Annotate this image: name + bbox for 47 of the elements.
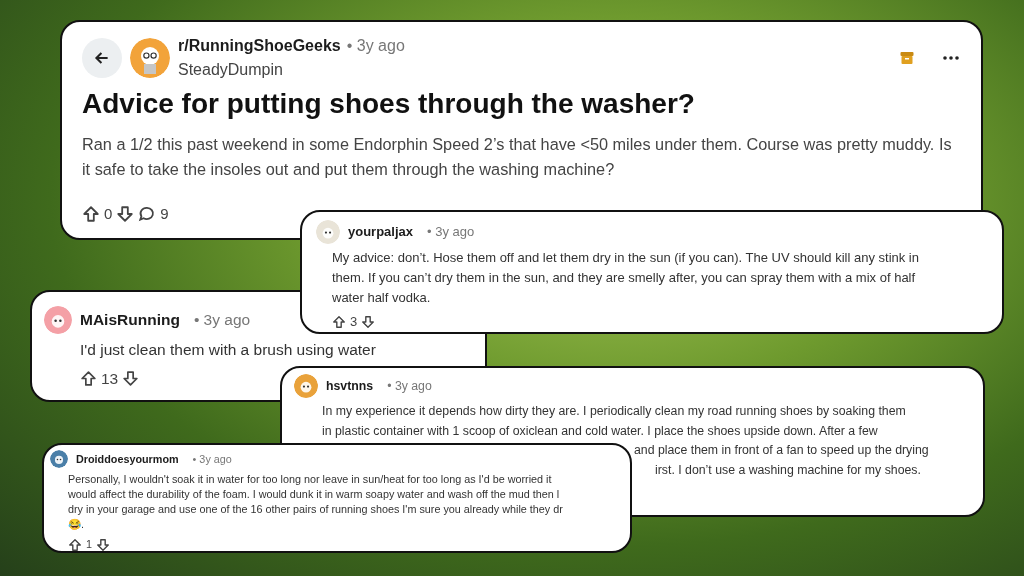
username[interactable]: hsvtnns <box>326 376 374 396</box>
post-time: • 3y ago <box>346 36 405 56</box>
box-icon[interactable] <box>899 50 915 66</box>
comment-text-line: water half vodka. <box>332 289 432 308</box>
upvote-icon[interactable] <box>68 537 82 551</box>
comment-time: • 3y ago <box>192 451 232 467</box>
downvote-icon[interactable] <box>361 315 376 330</box>
comment-text-line: In my experience it depends how dirty they are. I periodically clean my road running shoes by soaking them <box>322 403 907 420</box>
back-button[interactable] <box>82 38 122 78</box>
post-body: Ran a 1/2 this past weekend in some Endorphin Speed 2’s that have <50 miles under them. Course was pretty muddy. Is it safe to take the insoles out and put them through the washing machine? <box>82 134 953 180</box>
avatar-icon <box>50 450 68 468</box>
username[interactable]: yourpaljax <box>348 222 414 242</box>
downvote-icon[interactable] <box>96 537 110 551</box>
avatar-icon <box>316 220 340 244</box>
username[interactable]: Droiddoesyourmom <box>76 450 179 468</box>
comment-time: • 3y ago <box>427 223 475 242</box>
downvote-icon[interactable] <box>122 369 140 387</box>
downvote-icon[interactable] <box>116 205 135 224</box>
post-title: Advice for putting shoes through the washer? <box>82 88 696 121</box>
comment-time: • 3y ago <box>193 310 251 331</box>
comment-text-line: 😂. <box>68 517 85 533</box>
avatar-icon <box>294 374 318 398</box>
comment-text-line: in plastic container with 1 scoop of oxiclean and cold water. I place the shoes upside down. After a few <box>322 422 879 440</box>
comment-text-line: and place them in front of a fan to speed up the drying <box>634 442 930 460</box>
back-arrow-icon[interactable] <box>93 49 111 67</box>
upvote-icon[interactable] <box>80 369 97 387</box>
comment-time: • 3y ago <box>387 377 432 395</box>
avatar-icon <box>130 38 170 78</box>
vote-count: 0 <box>104 204 113 225</box>
vote-count: 3 <box>350 313 358 332</box>
comment-icon[interactable] <box>138 205 157 224</box>
comment-text-line: them. If you can’t dry them in the sun, and they are smelly after, you can spray them with a mix of half <box>332 269 917 288</box>
avatar-icon <box>44 306 72 334</box>
vote-count: 13 <box>101 368 119 389</box>
comment-text-line: Personally, I wouldn't soak it in water for too long nor leave in sun/heat for too long as I'd be worried it <box>68 472 553 487</box>
comment-text-line: irst. I don’t use a washing machine for my shoes. <box>655 462 922 479</box>
subreddit-name[interactable]: r/RunningShoeGeeks <box>178 34 341 58</box>
upvote-icon[interactable] <box>82 205 100 224</box>
comment-text-line: would affect the durability of the foam. I would dunk it in warm soapy water and wash off the mud then l <box>68 487 561 503</box>
upvote-icon[interactable] <box>332 315 346 330</box>
username[interactable]: MAisRunning <box>80 308 180 332</box>
author-name[interactable]: SteadyDumpin <box>178 58 891 82</box>
comment-text-line: dry in your garage and use one of the 16 other pairs of running shoes I'm sure you already while they dr <box>68 502 564 518</box>
comment-text-line: My advice: don’t. Hose them off and let them dry in the sun (if you can). The UV should kill any stink in <box>332 249 920 267</box>
vote-count: 1 <box>86 537 92 551</box>
comment-count: 9 <box>160 204 169 225</box>
comment-text-line: I'd just clean them with a brush using water <box>80 340 377 360</box>
